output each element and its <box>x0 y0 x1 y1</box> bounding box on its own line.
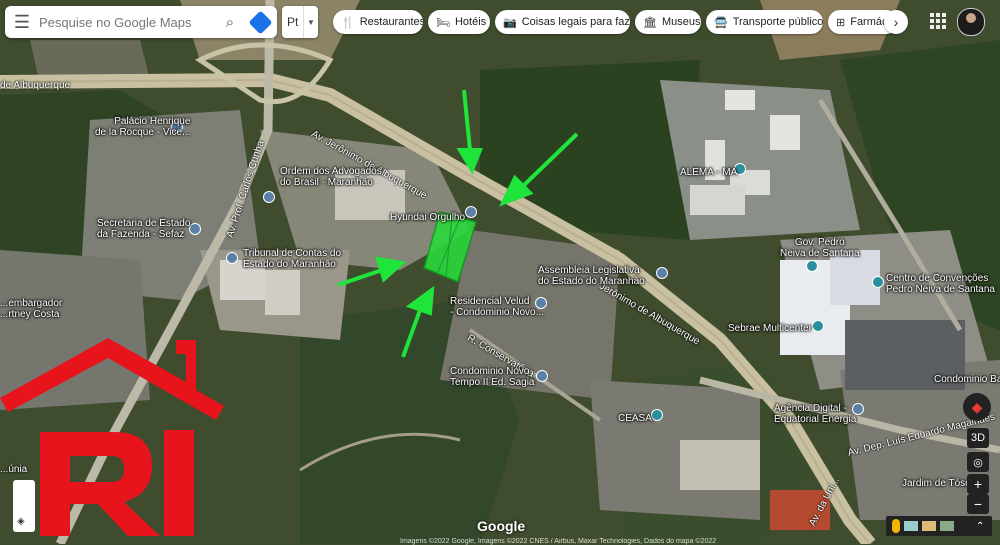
poi-marker[interactable] <box>806 260 818 272</box>
place-label-ordem[interactable]: Ordem dos Advogados do Brasil - Maranhão <box>280 166 382 188</box>
search-icon[interactable]: ⌕ <box>217 14 243 31</box>
place-label-palacio[interactable]: Palácio Henrique de la Rocque - Vice... <box>95 116 190 138</box>
place-label-velud[interactable]: Residencial Velud - Condominio Novo... <box>450 296 544 318</box>
poi-marker[interactable] <box>812 320 824 332</box>
place-label-condominio-tempo[interactable]: Condominio Novo Tempo II Ed. Sagia <box>450 366 535 388</box>
road-label: de Albuquerque <box>0 80 71 91</box>
chip-label: Coisas legais para fazer <box>521 16 630 28</box>
chevron-right-icon[interactable]: › <box>884 10 908 34</box>
poi-marker[interactable] <box>536 370 548 382</box>
view-3d-button[interactable]: 3D <box>967 428 989 448</box>
layer-thumbnail[interactable] <box>904 521 918 531</box>
place-label-condominio-ba[interactable]: Condominio Ba... <box>934 374 1000 385</box>
place-label-ceasa[interactable]: CEASA <box>618 413 652 424</box>
chip-restaurantes[interactable]: 🍴 Restaurantes <box>333 10 423 34</box>
my-location-icon[interactable]: ◎ <box>967 452 989 472</box>
camera-icon: 📷 <box>503 16 517 29</box>
street-view-panel[interactable]: ⌃ <box>886 516 992 536</box>
layer-thumbnail[interactable] <box>940 521 954 531</box>
avatar[interactable] <box>957 8 985 36</box>
directions-icon[interactable] <box>243 9 277 35</box>
poi-marker[interactable] <box>465 206 477 218</box>
chip-label: Restaurantes <box>359 16 423 28</box>
zoom-in-button[interactable]: + <box>967 474 989 494</box>
museum-icon: 🏛 <box>643 16 657 29</box>
compass-icon[interactable]: ◆ <box>963 393 991 421</box>
chip-label: Hotéis <box>454 16 487 28</box>
chip-coisas-legais[interactable]: 📷 Coisas legais para fazer <box>495 10 630 34</box>
fork-knife-icon: 🍴 <box>341 16 355 29</box>
layer-thumbnail[interactable] <box>922 521 936 531</box>
menu-icon[interactable]: ☰ <box>5 12 39 33</box>
chip-museus[interactable]: 🏛 Museus <box>635 10 701 34</box>
place-label-alema[interactable]: ALEMA - MA <box>680 167 737 178</box>
road-label: ...únia <box>0 464 28 475</box>
place-label-secretaria[interactable]: Secretaria de Estado da Fazenda - Sefaz <box>97 218 190 240</box>
google-logo: Google <box>477 518 526 534</box>
poi-marker[interactable] <box>656 267 668 279</box>
zoom-out-button[interactable]: − <box>967 494 989 514</box>
poi-marker[interactable] <box>651 409 663 421</box>
place-label-desembargador[interactable]: ...embargador ...rtney Costa <box>0 298 62 320</box>
place-label-tribunal[interactable]: Tribunal de Contas do Estado do Maranhão <box>243 248 341 270</box>
language-value: Pt <box>287 15 299 29</box>
search-box[interactable]: ☰ Pesquise no Google Maps ⌕ <box>5 6 277 38</box>
place-label-agencia[interactable]: Agência Digital - Equatorial Energia <box>774 403 856 425</box>
pharmacy-icon: ⊞ <box>836 16 846 29</box>
place-label-gov[interactable]: Gov. Pedro Neiva de Santana <box>780 237 860 259</box>
search-input[interactable]: Pesquise no Google Maps <box>39 15 217 30</box>
poi-marker[interactable] <box>872 276 884 288</box>
chip-label: Museus <box>661 16 701 28</box>
chip-hoteis[interactable]: 🛏 Hotéis <box>428 10 490 34</box>
chip-transporte[interactable]: 🚍 Transporte público <box>706 10 823 34</box>
chip-label: Transporte público <box>732 16 823 28</box>
satellite-map[interactable] <box>0 0 1000 544</box>
expand-icon[interactable]: ⌃ <box>976 521 984 532</box>
poi-marker[interactable] <box>263 191 275 203</box>
pegman-icon[interactable] <box>892 519 900 533</box>
poi-marker[interactable] <box>226 252 238 264</box>
bus-icon: 🚍 <box>714 16 728 29</box>
chevron-down-icon[interactable]: ▼ <box>303 6 318 38</box>
layers-icon: ◈ <box>17 516 25 527</box>
apps-grid-icon[interactable] <box>930 13 946 29</box>
layers-button[interactable]: ◈ <box>13 480 35 532</box>
language-select[interactable]: Pt ▼ <box>282 6 318 38</box>
place-label-centro[interactable]: Centro de Convenções Pedro Neiva de Santa… <box>886 273 995 295</box>
bed-icon: 🛏 <box>436 16 450 29</box>
place-label-assembleia[interactable]: Assembleia Legislativa do Estado do Maran… <box>538 265 645 287</box>
place-label-hyundai[interactable]: Hyundai Orgulho <box>390 212 465 223</box>
poi-marker[interactable] <box>189 223 201 235</box>
place-label-sebrae[interactable]: Sebrae Multicenter <box>728 323 812 334</box>
